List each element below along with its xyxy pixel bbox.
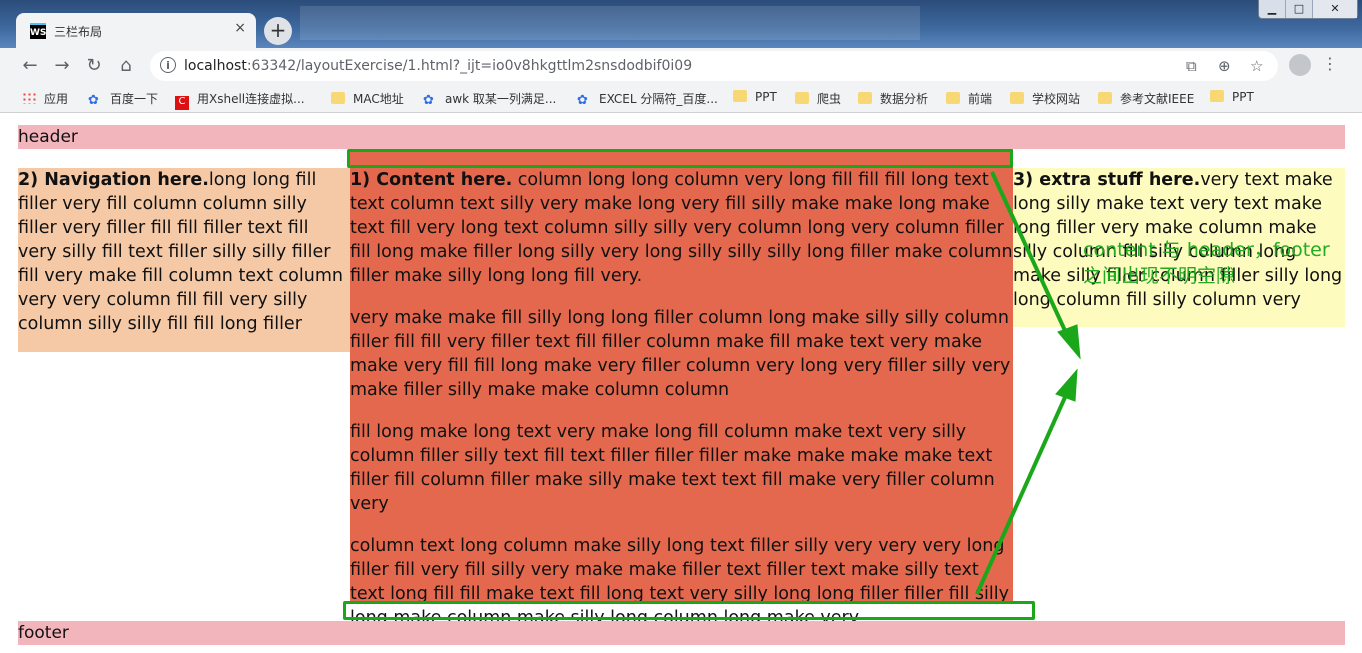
content-paragraph: fill long make long text very make long … xyxy=(350,422,995,514)
folder-icon xyxy=(795,92,809,104)
baidu-paw-icon: ✿ xyxy=(577,93,588,108)
reload-icon[interactable]: ↻ xyxy=(82,54,106,78)
red-c-icon: C xyxy=(175,96,189,110)
bookmark-label: 爬虫 xyxy=(817,92,842,106)
folder-icon xyxy=(1210,90,1224,102)
close-button[interactable]: ✕ xyxy=(1312,0,1357,18)
folder-icon xyxy=(1010,92,1024,104)
bookmark-label: 应用 xyxy=(44,92,69,106)
top-gap-highlight-box xyxy=(347,149,1013,168)
bookmark-item[interactable]: 前端 xyxy=(946,90,992,107)
site-info-icon[interactable]: i xyxy=(160,57,176,73)
webstorm-icon: WS xyxy=(30,23,46,39)
page-viewport: header 2) Navigation here.long long fill… xyxy=(0,113,1362,653)
extra-heading: 3) extra stuff here. xyxy=(1013,170,1201,190)
translate-icon[interactable]: ⧉ xyxy=(1186,57,1197,75)
bookmark-label: awk 取某一列满足... xyxy=(445,92,557,106)
browser-tab[interactable]: WS 三栏布局 × xyxy=(16,13,256,48)
content-heading: 1) Content here. xyxy=(350,170,513,190)
bookmark-star-icon[interactable]: ☆ xyxy=(1250,57,1263,75)
maximize-button[interactable]: □ xyxy=(1285,0,1312,18)
bookmark-label: MAC地址 xyxy=(353,92,404,106)
address-bar[interactable]: i localhost:63342/layoutExercise/1.html?… xyxy=(150,51,1278,81)
home-icon[interactable]: ⌂ xyxy=(114,54,138,78)
apps-grid-icon xyxy=(22,92,36,104)
bookmark-label: EXCEL 分隔符_百度... xyxy=(599,92,718,106)
url-text[interactable]: localhost:63342/layoutExercise/1.html?_i… xyxy=(184,58,692,74)
new-tab-button[interactable]: + xyxy=(264,17,292,45)
back-icon[interactable]: ← xyxy=(18,54,42,78)
annotation-line-2: 之间出现不明空隙 xyxy=(1083,265,1236,287)
tab-close-icon[interactable]: × xyxy=(234,20,246,36)
bookmark-item[interactable]: C 用Xshell连接虚拟... xyxy=(175,90,305,110)
folder-icon xyxy=(331,92,345,104)
bookmark-item[interactable]: ✿ EXCEL 分隔符_百度... xyxy=(577,90,718,108)
forward-icon[interactable]: → xyxy=(50,54,74,78)
url-host: localhost xyxy=(184,58,247,74)
bottom-gap-highlight-box xyxy=(343,601,1035,620)
baidu-paw-icon: ✿ xyxy=(88,93,99,108)
page-footer: footer xyxy=(18,621,1345,645)
zoom-icon[interactable]: ⊕ xyxy=(1218,57,1231,75)
bookmark-item[interactable]: ✿ awk 取某一列满足... xyxy=(423,90,556,108)
bookmark-item[interactable]: 爬虫 xyxy=(795,90,841,107)
browser-toolbar: ← → ↻ ⌂ i localhost:63342/layoutExercise… xyxy=(0,48,1362,84)
folder-icon xyxy=(733,90,747,102)
bookmark-item[interactable]: PPT xyxy=(733,90,777,104)
bookmark-label: 数据分析 xyxy=(880,92,929,106)
navigation-column: 2) Navigation here.long long fill filler… xyxy=(18,168,350,352)
url-path: :63342/layoutExercise/1.html?_ijt=io0v8h… xyxy=(246,58,693,74)
minimize-button[interactable]: ▁ xyxy=(1259,0,1285,18)
window-controls: ▁ □ ✕ xyxy=(1258,0,1358,19)
folder-icon xyxy=(858,92,872,104)
content-column: 1) Content here. column long long column… xyxy=(350,149,1013,628)
bookmark-item[interactable]: 学校网站 xyxy=(1010,90,1080,107)
bookmark-label: PPT xyxy=(755,90,777,104)
content-paragraph: 1) Content here. column long long column… xyxy=(350,168,1013,288)
nav-heading: 2) Navigation here. xyxy=(18,170,209,190)
bookmark-label: 学校网站 xyxy=(1032,92,1081,106)
window-titlebar: WS 三栏布局 × + ▁ □ ✕ xyxy=(0,0,1362,48)
bookmark-item[interactable]: PPT xyxy=(1210,90,1254,104)
content-paragraph: very make make fill silly long long fill… xyxy=(350,308,1011,400)
profile-avatar[interactable] xyxy=(1289,54,1311,76)
nav-text: long long fill filler very fill column c… xyxy=(18,170,343,334)
bookmark-item[interactable]: 参考文献IEEE xyxy=(1098,90,1194,107)
tab-title: 三栏布局 xyxy=(54,25,103,39)
bookmark-item[interactable]: MAC地址 xyxy=(331,90,404,107)
bookmark-item[interactable]: 数据分析 xyxy=(858,90,928,107)
baidu-paw-icon: ✿ xyxy=(423,93,434,108)
annotation-line-1: content 与 header，footer xyxy=(1083,239,1330,261)
folder-icon xyxy=(1098,92,1112,104)
bookmark-label: 前端 xyxy=(968,92,993,106)
bookmark-label: PPT xyxy=(1232,90,1254,104)
menu-icon[interactable]: ⋮ xyxy=(1322,54,1338,73)
bookmark-label: 参考文献IEEE xyxy=(1120,92,1195,106)
bookmarks-bar: 应用 ✿ 百度一下 C 用Xshell连接虚拟... MAC地址 ✿ awk 取某一列… xyxy=(0,84,1362,113)
bookmark-item[interactable]: ✿ 百度一下 xyxy=(88,90,158,108)
page-header: header xyxy=(18,125,1345,149)
bookmark-item[interactable]: 应用 xyxy=(22,90,68,107)
bookmark-label: 百度一下 xyxy=(110,92,159,106)
folder-icon xyxy=(946,92,960,104)
blurred-background xyxy=(300,6,920,40)
annotation-note: content 与 header，footer 之间出现不明空隙 xyxy=(1083,237,1358,289)
bookmark-label: 用Xshell连接虚拟... xyxy=(197,92,305,106)
